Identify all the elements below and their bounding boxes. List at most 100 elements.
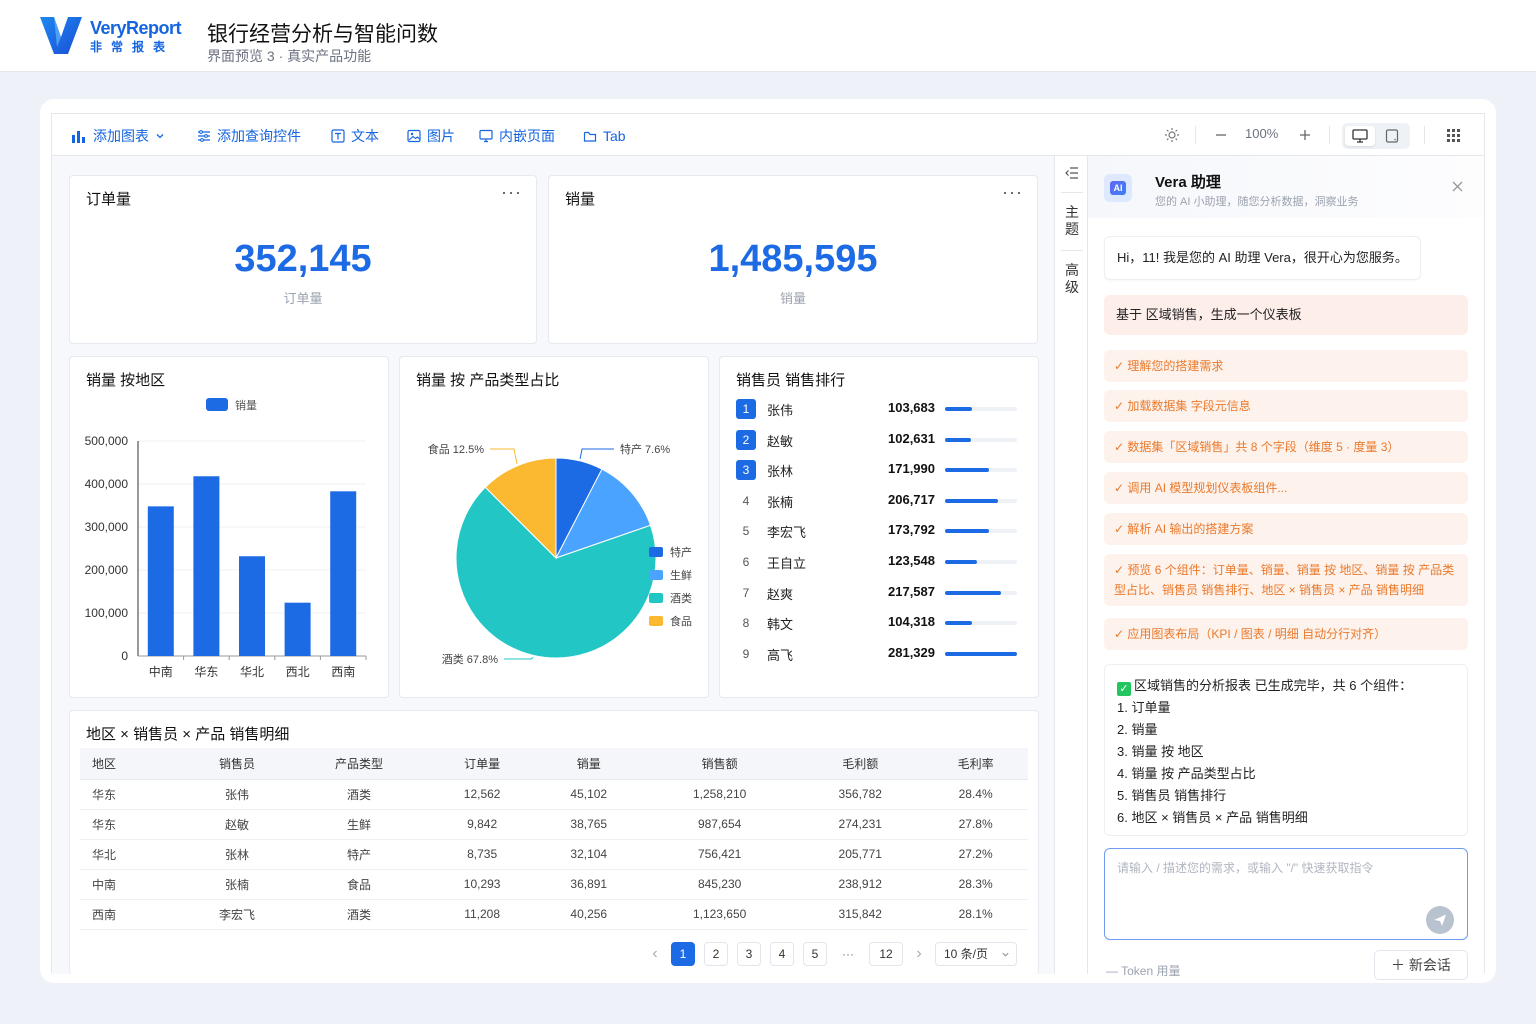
tab-theme-label: 主题 [1065,204,1079,237]
side-divider [1061,192,1083,193]
progress-step: ✓ 数据集「区域销售」共 8 个字段（维度 5 · 度量 3） [1104,431,1468,463]
add-image-button[interactable]: 图片 [407,127,455,145]
rank-badge: 2 [736,429,756,450]
add-chart-button[interactable]: 添加图表 [71,127,165,145]
tablet-view-icon[interactable] [1385,129,1399,143]
pagination: ‹ 1 2 3 4 5 ··· 12 › 10 条/页 [648,942,1017,966]
page-size-select[interactable]: 10 条/页 [935,942,1017,966]
user-message: 基于 区域销售，生成一个仪表板 [1104,295,1468,335]
table-header-cell[interactable]: 销售员 [184,748,290,780]
progress-step: ✓ 应用图表布局（KPI / 图表 / 明细 自动分行对齐） [1104,618,1468,650]
table-cell: 205,771 [797,839,924,870]
add-query-control-button[interactable]: 添加查询控件 [197,127,301,145]
collapse-panel-icon[interactable] [1065,167,1079,179]
table-header-cell[interactable]: 产品类型 [289,748,429,780]
page-title: 银行经营分析与智能问数 [207,23,438,46]
ranking-row[interactable]: 3 张林 171,990 [736,459,1026,481]
table-row[interactable]: 华东 赵敏 生鲜 9,842 38,765 987,654 274,231 27.8% [80,809,1028,840]
kpi-card-sales[interactable]: 销量 ··· 1,485,595 销量 [548,175,1038,344]
zoom-out-icon[interactable] [1215,129,1227,141]
add-text-button[interactable]: 文本 [331,127,379,145]
close-icon[interactable] [1452,181,1463,192]
page-button[interactable]: 3 [737,942,761,966]
toolbar-divider [1424,126,1425,144]
table-cell: 华东 [80,779,185,810]
rank-bar-track [945,437,1017,442]
rank-badge: 3 [736,460,756,481]
page-button[interactable]: 2 [704,942,728,966]
more-options-icon[interactable]: ··· [501,182,522,203]
designer-toolbar: 添加图表 添加查询控件 文本 图片 内嵌页面 Tab 100% [52,114,1484,156]
table-cell: 1,258,210 [642,779,798,810]
prev-page-icon[interactable]: ‹ [648,945,662,963]
rank-name: 张林 [767,464,794,480]
side-tabs: 主题 高级 [1054,156,1088,974]
page-button-last[interactable]: 12 [869,942,903,966]
next-page-icon[interactable]: › [912,945,926,963]
add-embed-page-button[interactable]: 内嵌页面 [479,127,555,145]
desktop-view-button[interactable] [1345,126,1375,146]
table-cell: 756,421 [642,839,798,870]
rank-bar [945,621,972,626]
bar-chart-panel[interactable]: 销量 按地区 销量 500,000 400,000 300,000 200,000 100… [69,356,389,698]
progress-step: ✓ 理解您的搭建需求 [1104,350,1468,382]
theme-sun-icon[interactable] [1164,127,1180,143]
rank-value: 173,792 [888,522,935,538]
ranking-row[interactable]: 2 赵敏 102,631 [736,429,1026,451]
table-row[interactable]: 中南 张楠 食品 10,293 36,891 845,230 238,912 28.3% [80,869,1028,900]
chart-title: 销售员 销售排行 [736,372,846,389]
table-header-cell[interactable]: 地区 [80,748,185,780]
pie-data-label: 特产 7.6% [620,442,670,456]
ranking-row[interactable]: 8 韩文 104,318 [736,612,1026,634]
table-row[interactable]: 西南 李宏飞 酒类 11,208 40,256 1,123,650 315,842 28.1% [80,899,1028,930]
table-header-cell[interactable]: 订单量 [428,748,536,780]
ranking-panel[interactable]: 销售员 销售排行 1 张伟 103,683 2 赵敏 102,631 3 张林 171,990 4… [719,356,1039,698]
rank-value: 171,990 [888,461,935,477]
pie-data-label: 酒类 67.8% [442,652,498,666]
page-button[interactable]: 4 [770,942,794,966]
page-button[interactable]: 1 [671,942,695,966]
kpi-card-orders[interactable]: 订单量 ··· 352,145 订单量 [69,175,537,344]
chat-input[interactable] [1104,848,1468,940]
send-button[interactable] [1426,906,1454,934]
tab-theme[interactable]: 主题 [1055,204,1089,238]
more-options-icon[interactable]: ··· [1002,182,1023,203]
token-usage[interactable]: — Token 用量 [1106,962,1180,979]
ai-logo-icon: AI [1104,174,1132,202]
table-cell: 李宏飞 [184,899,290,930]
summary-title-row: ✓ 区域销售的分析报表 已生成完毕，共 6 个组件： [1117,675,1455,697]
table-header-cell[interactable]: 毛利额 [797,748,924,780]
pie-chart-panel[interactable]: 销量 按 产品类型占比 特产 7.6% 食品 12.5% 酒类 67.8% 特产 生鲜酒… [399,356,709,698]
table-cell: 张楠 [184,869,290,900]
table-row[interactable]: 华北 张林 特产 8,735 32,104 756,421 205,771 27.2% [80,839,1028,870]
rank-bar-track [945,407,1017,411]
detail-table-panel[interactable]: 地区 × 销售员 × 产品 销售明细 地区 销售员 产品类型 订单量 销量 销售额 毛利额毛… [69,710,1039,974]
add-tab-button[interactable]: Tab [583,127,626,145]
logo-text-en: VeryReport [90,18,182,38]
page-button[interactable]: 5 [803,942,827,966]
tab-advanced[interactable]: 高级 [1055,262,1089,296]
chevron-down-icon [156,134,164,139]
ranking-row[interactable]: 9 高飞 281,329 [736,643,1026,665]
pie-label-line [490,448,518,464]
table-header-cell[interactable]: 销售额 [642,748,798,780]
ranking-row[interactable]: 5 李宏飞 173,792 [736,520,1026,542]
ranking-row[interactable]: 1 张伟 103,683 [736,398,1026,420]
y-tick-label: 300,000 [85,520,129,534]
legend-swatch [649,593,663,603]
ai-assistant-panel: AI Vera 助理 您的 AI 小助理，随您分析数据，洞察业务 Hi，11! … [1088,156,1484,980]
zoom-in-icon[interactable] [1299,129,1311,141]
ranking-row[interactable]: 6 王自立 123,548 [736,551,1026,573]
ranking-row[interactable]: 4 张楠 206,717 [736,490,1026,512]
rank-badge: 1 [736,399,756,419]
rank-name: 张伟 [767,403,794,418]
table-header-cell[interactable]: 毛利率 [923,748,1028,780]
table-row[interactable]: 华东 张伟 酒类 12,562 45,102 1,258,210 356,782 28.4% [80,779,1028,810]
new-chat-button[interactable]: ＋ 新会话 [1374,950,1468,980]
table-cell: 张伟 [184,779,290,810]
page-ellipsis[interactable]: ··· [836,947,860,961]
ranking-row[interactable]: 7 赵爽 217,587 [736,582,1026,604]
kpi-title: 订单量 [86,191,132,208]
grid-apps-icon[interactable] [1447,129,1460,142]
table-header-cell[interactable]: 销量 [535,748,643,780]
